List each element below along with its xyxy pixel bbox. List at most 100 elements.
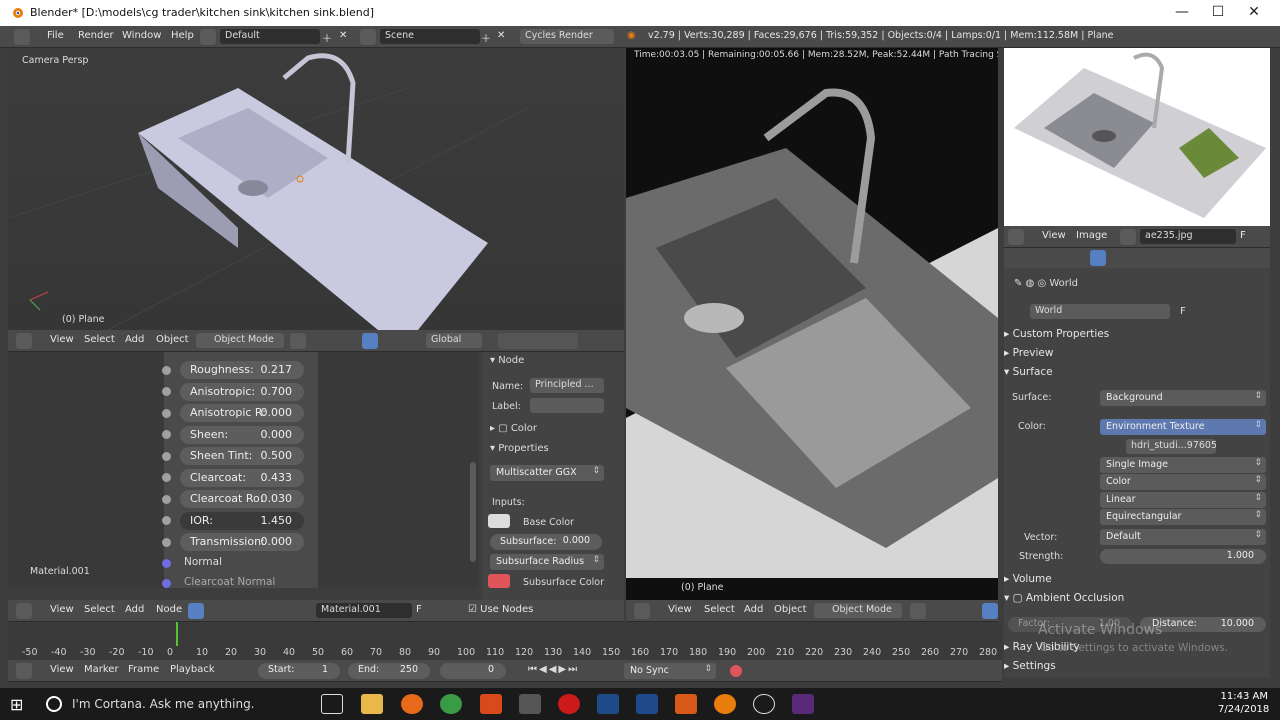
material-selector[interactable]: Material.001 xyxy=(316,603,412,618)
world-fake-user[interactable]: F xyxy=(1180,306,1186,317)
layers-grid[interactable] xyxy=(498,333,578,349)
clock-time[interactable]: 11:43 AM xyxy=(1218,691,1268,702)
volume-panel[interactable]: ▸ Volume xyxy=(1004,573,1270,591)
strength-slider[interactable]: 1.000 xyxy=(1100,549,1266,564)
menu-image[interactable]: Image xyxy=(1076,230,1107,241)
scene-selector[interactable]: Scene xyxy=(380,29,480,44)
node-label-field[interactable] xyxy=(530,398,604,413)
shading-icon[interactable] xyxy=(910,603,926,619)
current-frame-field[interactable]: 0 xyxy=(440,663,506,679)
editor-type-icon[interactable] xyxy=(16,603,32,619)
hdri-image-field[interactable]: hdri_studi...976055 xyxy=(1126,439,1216,454)
color-space-dropdown[interactable]: Color xyxy=(1100,474,1266,490)
menu-add[interactable]: Add xyxy=(744,604,763,615)
blender-taskbar-icon[interactable] xyxy=(714,694,736,714)
menu-select[interactable]: Select xyxy=(704,604,735,615)
reference-image[interactable] xyxy=(1004,48,1270,226)
app-icon[interactable] xyxy=(519,694,541,714)
use-nodes-checkbox[interactable]: ☑ Use Nodes xyxy=(468,604,533,615)
photoshop-icon[interactable] xyxy=(636,694,658,714)
preview-panel[interactable]: ▸ Preview xyxy=(1004,347,1270,365)
close-button[interactable]: ✕ xyxy=(1236,2,1272,22)
menu-frame[interactable]: Frame xyxy=(128,664,159,675)
editor-type-icon[interactable] xyxy=(1008,229,1024,245)
clock-date[interactable]: 7/24/2018 xyxy=(1218,704,1269,715)
color-input-dropdown[interactable]: Environment Texture xyxy=(1100,419,1266,435)
minimize-button[interactable]: — xyxy=(1164,2,1200,22)
node-panel-header[interactable]: ▾ Node xyxy=(490,355,524,366)
properties-panel-header[interactable]: ▾ Properties xyxy=(490,443,549,454)
render-viewport[interactable]: Time:00:03.05 | Remaining:00:05.66 | Mem… xyxy=(626,48,998,600)
editor-type-icon[interactable] xyxy=(14,29,30,45)
menu-object[interactable]: Object xyxy=(156,334,189,345)
surface-panel[interactable]: ▾ Surface xyxy=(1004,366,1270,384)
subsurface-slider[interactable]: Subsurface: 0.000 xyxy=(490,534,602,550)
app-icon[interactable] xyxy=(480,694,502,714)
subsurface-radius-dropdown[interactable]: Subsurface Radius xyxy=(490,554,604,570)
menu-add[interactable]: Add xyxy=(125,604,144,615)
menu-help[interactable]: Help xyxy=(171,30,194,41)
menu-node[interactable]: Node xyxy=(156,604,182,615)
timeline-area[interactable] xyxy=(8,622,1002,660)
playback-controls[interactable]: ⏮◀◀▶⏭ xyxy=(528,664,579,675)
photoshop-icon[interactable] xyxy=(597,694,619,714)
shading-icon[interactable] xyxy=(290,333,306,349)
clearcoat-slider[interactable]: Clearcoat: 0.433 xyxy=(180,469,304,487)
sync-dropdown[interactable]: No Sync xyxy=(624,663,716,679)
opera-icon[interactable] xyxy=(558,694,580,714)
firefox-icon[interactable] xyxy=(401,694,423,714)
roughness-slider[interactable]: Roughness: 0.217 xyxy=(180,361,304,379)
cortana-search-box[interactable]: I'm Cortana. Ask me anything. xyxy=(72,697,255,711)
menu-select[interactable]: Select xyxy=(84,604,115,615)
menu-view[interactable]: View xyxy=(1042,230,1066,241)
manipulator-icon[interactable] xyxy=(362,333,378,349)
node-name-field[interactable]: Principled ... xyxy=(530,378,604,393)
settings-panel[interactable]: ▸ Settings xyxy=(1004,660,1270,678)
node-editor[interactable]: Roughness: 0.217 Anisotropic: 0.700 Anisot… xyxy=(8,352,478,588)
maximize-button[interactable]: ☐ xyxy=(1200,2,1236,22)
menu-view[interactable]: View xyxy=(50,664,74,675)
properties-tabs[interactable] xyxy=(1004,248,1270,268)
menu-view[interactable]: View xyxy=(50,334,74,345)
sheen-slider[interactable]: Sheen: 0.000 xyxy=(180,426,304,444)
ior-field[interactable]: IOR: 1.450 xyxy=(180,512,304,530)
menu-view[interactable]: View xyxy=(50,604,74,615)
layout-selector[interactable]: Default xyxy=(220,29,320,44)
app-icon[interactable] xyxy=(753,694,775,714)
interpolation-dropdown[interactable]: Linear xyxy=(1100,492,1266,508)
premiere-icon[interactable] xyxy=(792,694,814,714)
editor-type-icon[interactable] xyxy=(16,663,32,679)
fake-user-toggle[interactable]: F xyxy=(416,604,422,615)
sheen-tint-slider[interactable]: Sheen Tint: 0.500 xyxy=(180,447,304,465)
orientation-selector[interactable]: Global xyxy=(426,333,482,348)
cortana-icon[interactable] xyxy=(46,696,62,712)
color-panel-header[interactable]: ▸ ▢ Color xyxy=(490,423,537,434)
image-source-dropdown[interactable]: Single Image xyxy=(1100,457,1266,473)
ambient-occlusion-panel[interactable]: ▾ ▢ Ambient Occlusion xyxy=(1004,592,1270,610)
remove-layout-icon[interactable]: ✕ xyxy=(339,30,347,41)
world-tab-icon[interactable] xyxy=(1090,250,1106,266)
chrome-icon[interactable] xyxy=(440,694,462,714)
anisotropic-rotation-slider[interactable]: Anisotropic R: 0.000 xyxy=(180,404,304,422)
surface-shader-dropdown[interactable]: Background xyxy=(1100,390,1266,406)
transmission-slider[interactable]: Transmission: 0.000 xyxy=(180,533,304,551)
base-color-swatch[interactable] xyxy=(488,514,510,528)
image-browse-icon[interactable] xyxy=(1120,229,1136,245)
manipulator-icon[interactable] xyxy=(982,603,998,619)
mode-selector[interactable]: Object Mode xyxy=(814,603,902,618)
world-name-field[interactable]: World xyxy=(1030,304,1170,319)
menu-marker[interactable]: Marker xyxy=(84,664,119,675)
menu-select[interactable]: Select xyxy=(84,334,115,345)
add-layout-icon[interactable]: ＋ xyxy=(322,30,332,45)
anisotropic-slider[interactable]: Anisotropic: 0.700 xyxy=(180,383,304,401)
menu-file[interactable]: File xyxy=(47,30,64,41)
task-view-icon[interactable] xyxy=(321,694,343,714)
clearcoat-roughness-slider[interactable]: Clearcoat Ro: 0.030 xyxy=(180,490,304,508)
viewport-3d[interactable]: Camera Persp (0) Plane xyxy=(8,48,624,330)
image-fake-user[interactable]: F xyxy=(1240,230,1246,241)
menu-window[interactable]: Window xyxy=(122,30,161,41)
vlc-icon[interactable] xyxy=(675,694,697,714)
scene-icon[interactable] xyxy=(360,29,376,45)
remove-scene-icon[interactable]: ✕ xyxy=(497,30,505,41)
projection-dropdown[interactable]: Equirectangular xyxy=(1100,509,1266,525)
